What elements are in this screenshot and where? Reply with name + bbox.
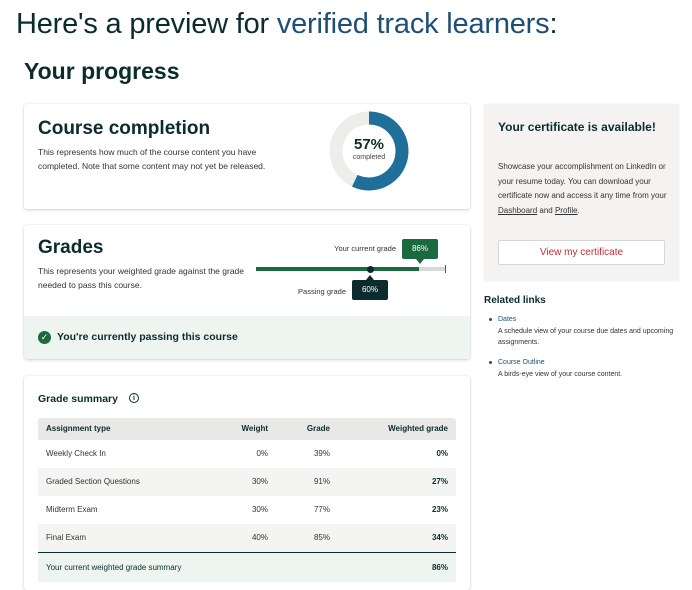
completion-donut-chart: 57% completed xyxy=(329,111,409,191)
table-row: Final Exam 40% 85% 34% xyxy=(38,524,456,552)
passing-grade-badge: 60% xyxy=(352,275,388,300)
dates-link[interactable]: Dates xyxy=(498,314,674,326)
cell-weighted-grade: 27% xyxy=(431,477,448,486)
course-outline-description: A birds-eye view of your course content. xyxy=(498,370,623,378)
grade-summary-table: Assignment type Weight Grade Weighted gr… xyxy=(38,418,456,582)
col-weighted-grade: Weighted grade xyxy=(388,424,448,433)
completion-percent: 57% xyxy=(353,136,385,153)
cell-assignment-type: Midterm Exam xyxy=(46,505,98,514)
current-grade-label: Your current grade xyxy=(334,244,396,253)
dates-description: A schedule view of your course due dates… xyxy=(498,327,674,347)
grades-description: This represents your weighted grade agai… xyxy=(38,266,245,290)
table-footer-row: Your current weighted grade summary 86% xyxy=(38,552,456,582)
completion-caption: completed xyxy=(352,154,386,161)
table-row: Weekly Check In 0% 39% 0% xyxy=(38,440,456,468)
related-link-item: Dates A schedule view of your course due… xyxy=(489,314,674,349)
passing-status-banner: ✓ You're currently passing this course xyxy=(24,316,470,359)
grade-bar-end-tick xyxy=(445,265,446,273)
cell-weight: 30% xyxy=(251,477,268,486)
cell-assignment-type: Graded Section Questions xyxy=(46,477,140,486)
view-certificate-button[interactable]: View my certificate xyxy=(498,240,665,265)
info-icon[interactable]: i xyxy=(129,393,139,403)
page-headline: Here's a preview for verified track lear… xyxy=(16,8,558,41)
grade-summary-card: Grade summary i Assignment type Weight G… xyxy=(24,376,470,590)
cell-grade: 85% xyxy=(313,533,330,542)
dashboard-link[interactable]: Dashboard xyxy=(498,206,537,215)
passing-status-text: You're currently passing this course xyxy=(57,331,238,343)
col-grade: Grade xyxy=(306,424,330,433)
cell-grade: 39% xyxy=(313,449,330,458)
weighted-summary-value: 86% xyxy=(431,563,448,572)
cell-weighted-grade: 34% xyxy=(431,533,448,542)
related-link-item: Course Outline A birds-eye view of your … xyxy=(489,357,674,380)
headline-prefix: Here's a preview for xyxy=(16,8,277,40)
related-links-title: Related links xyxy=(484,295,546,306)
bullet-icon xyxy=(489,318,492,321)
weighted-summary-label: Your current weighted grade summary xyxy=(46,563,182,572)
bullet-icon xyxy=(489,361,492,364)
cell-assignment-type: Weekly Check In xyxy=(46,449,106,458)
table-row: Graded Section Questions 30% 91% 27% xyxy=(38,468,456,496)
completion-title: Course completion xyxy=(38,118,211,139)
certificate-desc-end: . xyxy=(577,205,580,215)
certificate-card: Your certificate is available! Showcase … xyxy=(484,104,679,281)
course-completion-card: Course completion This represents how mu… xyxy=(24,104,470,209)
cell-assignment-type: Final Exam xyxy=(46,533,87,542)
headline-accent: verified track learners xyxy=(276,8,550,40)
cell-weight: 0% xyxy=(256,449,268,458)
grade-progress-fill xyxy=(256,267,420,271)
check-circle-icon: ✓ xyxy=(38,331,51,344)
col-weight: Weight xyxy=(241,424,268,433)
cell-weighted-grade: 23% xyxy=(431,505,448,514)
certificate-desc-text: Showcase your accomplishment on LinkedIn… xyxy=(498,162,667,200)
certificate-description: Showcase your accomplishment on LinkedIn… xyxy=(498,160,670,218)
cell-weighted-grade: 0% xyxy=(436,449,448,458)
grades-card: Grades This represents your weighted gra… xyxy=(24,225,470,359)
grades-title: Grades xyxy=(38,237,104,258)
progress-title: Your progress xyxy=(24,58,180,84)
certificate-title: Your certificate is available! xyxy=(498,120,656,134)
col-assignment-type: Assignment type xyxy=(46,424,111,433)
cell-grade: 91% xyxy=(313,477,330,486)
grade-summary-title: Grade summary xyxy=(38,393,118,405)
certificate-desc-and: and xyxy=(537,205,555,215)
course-outline-link[interactable]: Course Outline xyxy=(498,357,674,369)
passing-grade-label: Passing grade xyxy=(298,287,346,296)
completion-description: This represents how much of the course c… xyxy=(38,147,266,171)
cell-grade: 77% xyxy=(313,505,330,514)
table-header-row: Assignment type Weight Grade Weighted gr… xyxy=(38,418,456,440)
current-grade-badge: 86% xyxy=(402,239,438,264)
grade-progress-bar xyxy=(256,267,446,271)
table-row: Midterm Exam 30% 77% 23% xyxy=(38,496,456,524)
cell-weight: 30% xyxy=(251,505,268,514)
passing-grade-marker xyxy=(366,265,374,273)
profile-link[interactable]: Profile xyxy=(555,206,578,215)
headline-suffix: : xyxy=(549,8,558,40)
cell-weight: 40% xyxy=(251,533,268,542)
